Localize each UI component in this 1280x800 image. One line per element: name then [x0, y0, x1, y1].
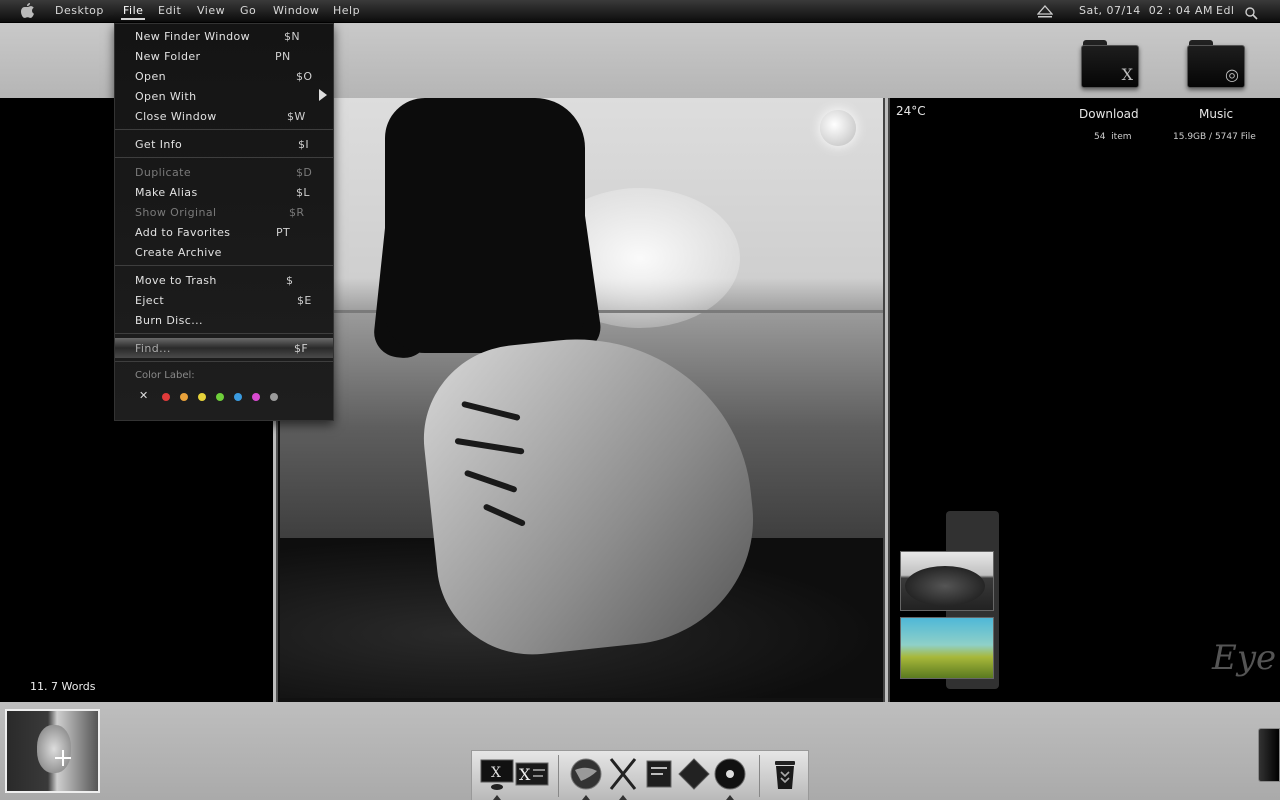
x-folder-icon[interactable]: X [1081, 40, 1139, 88]
notes-icon[interactable] [642, 757, 676, 791]
spotlight-search-icon[interactable] [1245, 5, 1258, 20]
file-menu: New Finder Window $N New Folder PN Open $O … [114, 23, 334, 421]
trash-icon[interactable] [768, 757, 802, 791]
turntable-thumbnail[interactable] [900, 551, 994, 611]
side-drawer-handle[interactable] [1258, 728, 1280, 782]
wallpaper-photo [280, 98, 883, 698]
menu-item-make-alias[interactable]: Make Alias $L [115, 182, 333, 202]
menu-file[interactable]: File [120, 4, 146, 20]
svg-text:X: X [519, 765, 531, 784]
color-label-title: Color Label: [135, 370, 195, 381]
music-info: 15.9GB / 5747 File [1173, 132, 1256, 142]
music-folder-glyph: ◎ [1225, 65, 1239, 84]
x-icon[interactable] [606, 757, 640, 791]
color-label-gray[interactable] [270, 393, 278, 401]
menu-help[interactable]: Help [333, 4, 360, 17]
menu-item-add-to-favorites[interactable]: Add to Favorites PT [115, 222, 333, 242]
submenu-arrow-icon [319, 89, 327, 101]
menu-item-burn-disc[interactable]: Burn Disc... [115, 310, 333, 330]
menu-item-find[interactable]: Find... $F [115, 338, 333, 358]
photo-panel [276, 98, 885, 702]
dock-divider [558, 755, 559, 797]
menu-item-duplicate: Duplicate $D [135, 166, 313, 179]
dock: X X [471, 750, 809, 800]
globe-icon[interactable] [569, 757, 603, 791]
menu-separator [115, 157, 333, 158]
moon-weather-icon [820, 110, 856, 146]
menu-item-create-archive[interactable]: Create Archive [115, 242, 333, 262]
color-label-purple[interactable] [252, 393, 260, 401]
menu-separator [115, 265, 333, 266]
menu-go[interactable]: Go [240, 4, 256, 17]
menu-window[interactable]: Window [273, 4, 319, 17]
svg-text:X: X [491, 765, 501, 781]
color-label-green[interactable] [216, 393, 224, 401]
dock-divider [759, 755, 760, 797]
music-label[interactable]: Music [1199, 107, 1233, 121]
word-count-label: 11. 7 Words [30, 680, 96, 693]
eject-icon[interactable] [1036, 4, 1054, 18]
menu-desktop[interactable]: Desktop [55, 4, 104, 17]
finder-running-indicator [493, 795, 501, 800]
apple-icon[interactable] [21, 3, 34, 18]
menu-bar: Desktop File Edit View Go Window Help Sa… [0, 0, 1280, 23]
menu-view[interactable]: View [197, 4, 225, 17]
signature-logo: Eye [1212, 638, 1277, 678]
music-folder-icon[interactable]: ◎ [1187, 40, 1245, 88]
terminal-icon[interactable]: X [515, 757, 549, 791]
landscape-thumbnail[interactable] [900, 617, 994, 679]
color-label-blue[interactable] [234, 393, 242, 401]
finder-icon[interactable]: X [480, 757, 514, 791]
temperature-readout: 24°C [896, 104, 926, 118]
clock[interactable]: Sat, 07/14 02 : 04 AM [1079, 4, 1213, 17]
color-label-clear-icon[interactable]: ✕ [139, 389, 148, 402]
menu-item-get-info[interactable]: Get Info $I [115, 134, 333, 154]
menu-item-show-original: Show Original $R [135, 206, 305, 219]
x-folder-glyph: X [1121, 65, 1133, 84]
color-label-orange[interactable] [180, 393, 188, 401]
menu-item-new-finder-window[interactable]: New Finder Window $N [115, 26, 333, 46]
cd-running-indicator [726, 795, 734, 800]
menu-item-close-window[interactable]: Close Window $W [115, 106, 333, 126]
menu-separator [115, 361, 333, 362]
cd-icon[interactable] [713, 757, 747, 791]
menu-separator [115, 333, 333, 334]
user-menu[interactable]: Edl [1216, 4, 1235, 17]
diamond-icon[interactable] [677, 757, 711, 791]
user-avatar[interactable] [5, 709, 100, 793]
globe-running-indicator [582, 795, 590, 800]
menu-item-open-with[interactable]: Open With [115, 86, 333, 106]
color-label-red[interactable] [162, 393, 170, 401]
menu-separator [115, 129, 333, 130]
menu-item-move-to-trash[interactable]: Move to Trash $ [115, 270, 333, 290]
download-label[interactable]: Download [1079, 107, 1139, 121]
download-info: 54 item [1094, 132, 1132, 142]
menu-edit[interactable]: Edit [158, 4, 181, 17]
menu-item-open[interactable]: Open $O [115, 66, 333, 86]
menu-item-eject[interactable]: Eject $E [115, 290, 333, 310]
menu-item-new-folder[interactable]: New Folder PN [115, 46, 333, 66]
color-label-yellow[interactable] [198, 393, 206, 401]
x-running-indicator [619, 795, 627, 800]
